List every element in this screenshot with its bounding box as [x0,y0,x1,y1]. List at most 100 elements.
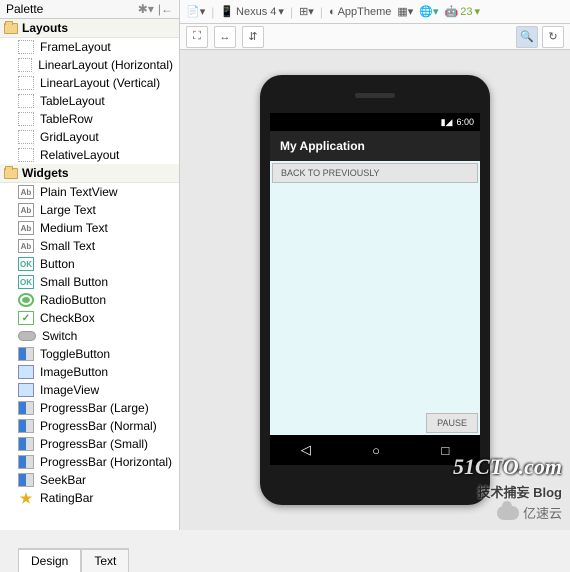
plain-icon [18,112,34,126]
palette-item-label: LinearLayout (Horizontal) [38,58,173,72]
tab-text[interactable]: Text [81,549,129,572]
folder-icon [4,23,18,34]
nav-home-icon[interactable]: ○ [372,443,380,458]
palette-item[interactable]: ImageButton [0,363,179,381]
locale-dropdown[interactable]: ▦▾ [397,5,413,18]
palette-item[interactable]: SeekBar [0,471,179,489]
ok-icon: OK [18,275,34,289]
palette-item[interactable]: TableRow [0,110,179,128]
palette-item-label: RadioButton [40,293,106,307]
device-dropdown[interactable]: 📱 Nexus 4▾ [220,5,284,18]
bar-icon [18,401,34,415]
palette-item-label: GridLayout [40,130,99,144]
ab-icon: Ab [18,221,34,235]
palette-item[interactable]: ImageView [0,381,179,399]
palette-category[interactable]: Widgets [0,164,179,183]
ab-icon: Ab [18,185,34,199]
palette-item-label: FrameLayout [40,40,111,54]
palette-item[interactable]: Switch [0,327,179,345]
device-frame: ▮◢ 6:00 My Application BACK TO PREVIOUSL… [260,75,490,505]
status-time: 6:00 [456,117,474,127]
palette-item[interactable]: FrameLayout [0,38,179,56]
palette-item[interactable]: LinearLayout (Vertical) [0,74,179,92]
palette-item-label: ProgressBar (Large) [40,401,149,415]
plain-icon [18,40,34,54]
palette-item-label: ImageButton [40,365,108,379]
tab-design[interactable]: Design [18,549,81,572]
palette-item[interactable]: Ab Medium Text [0,219,179,237]
bar-icon [18,437,34,451]
palette-item[interactable]: CheckBox [0,309,179,327]
fullscreen-icon[interactable]: ⛶ [186,26,208,48]
globe-icon[interactable]: 🌐▾ [419,5,438,18]
palette-item[interactable]: ProgressBar (Horizontal) [0,453,179,471]
status-bar: ▮◢ 6:00 [270,113,480,131]
palette-item[interactable]: GridLayout [0,128,179,146]
palette-item-label: LinearLayout (Vertical) [40,76,160,90]
palette-item[interactable]: ProgressBar (Normal) [0,417,179,435]
api-dropdown[interactable]: 🤖23▾ [445,5,480,18]
design-canvas[interactable]: ▮◢ 6:00 My Application BACK TO PREVIOUSL… [180,50,570,530]
speaker-icon [355,93,395,98]
palette-item[interactable]: ToggleButton [0,345,179,363]
palette-item[interactable]: TableLayout [0,92,179,110]
palette-item[interactable]: ProgressBar (Small) [0,435,179,453]
palette-item-label: Medium Text [40,221,108,235]
app-bar: My Application [270,131,480,161]
img-icon [18,365,34,379]
pause-button[interactable]: PAUSE [426,413,478,433]
theme-dropdown[interactable]: ◐ AppTheme [329,6,391,18]
palette-category[interactable]: Layouts [0,19,179,38]
app-content[interactable]: PAUSE [270,185,480,435]
fit-width-icon[interactable]: ↔ [214,26,236,48]
back-button[interactable]: BACK TO PREVIOUSLY [272,163,478,183]
collapse-icon[interactable]: |← [158,2,173,16]
actual-size-icon[interactable]: ⇵ [242,26,264,48]
palette-item[interactable]: OKSmall Button [0,273,179,291]
plain-icon [18,94,34,108]
palette-item-label: CheckBox [40,311,95,325]
gear-icon[interactable]: ✱▾ [138,2,154,16]
nav-back-icon[interactable]: ◁ [301,442,311,458]
ok-icon: OK [18,257,34,271]
orientation-button[interactable]: ⊞▾ [299,5,314,18]
palette-item[interactable]: RadioButton [0,291,179,309]
palette-title: Palette [6,2,43,16]
palette-item-label: ToggleButton [40,347,110,361]
bar-icon [18,419,34,433]
palette-item[interactable]: Ab Small Text [0,237,179,255]
palette-item-label: RelativeLayout [40,148,119,162]
bar-icon [18,473,34,487]
refresh-icon[interactable]: ↻ [542,26,564,48]
palette-item-label: Button [40,257,75,271]
palette-item-label: ProgressBar (Horizontal) [40,455,172,469]
check-icon [18,311,34,325]
device-screen: ▮◢ 6:00 My Application BACK TO PREVIOUSL… [270,113,480,465]
palette-item[interactable]: AbPlain TextView [0,183,179,201]
radio-icon [18,293,34,307]
palette-item[interactable]: LinearLayout (Horizontal) [0,56,179,74]
folder-icon [4,168,18,179]
palette-item-label: SeekBar [40,473,86,487]
zoom-icon[interactable]: 🔍 [516,26,538,48]
plain-icon [18,130,34,144]
device-selector[interactable]: 📄▾ [186,5,205,18]
signal-icon: ▮◢ [441,117,453,128]
bar-icon [18,455,34,469]
switch-icon [18,331,36,341]
palette-item[interactable]: OK Button [0,255,179,273]
palette-item[interactable]: ProgressBar (Large) [0,399,179,417]
palette-item[interactable]: RelativeLayout [0,146,179,164]
palette-item-label: RatingBar [40,491,93,505]
palette-item-label: Switch [42,329,77,343]
palette-item[interactable]: AbLarge Text [0,201,179,219]
palette-item-label: ProgressBar (Small) [40,437,148,451]
palette-item-label: Small Text [40,239,95,253]
nav-recent-icon[interactable]: □ [441,443,449,458]
top-toolbar: 📄▾ | 📱 Nexus 4▾ | ⊞▾ | ◐ AppTheme ▦▾ 🌐▾ … [180,0,570,24]
img-icon [18,383,34,397]
palette-header: Palette ✱▾ |← [0,0,179,19]
ab-icon: Ab [18,239,34,253]
palette-panel: Palette ✱▾ |← Layouts FrameLayout LinearLa… [0,0,180,530]
palette-item[interactable]: ★RatingBar [0,489,179,507]
